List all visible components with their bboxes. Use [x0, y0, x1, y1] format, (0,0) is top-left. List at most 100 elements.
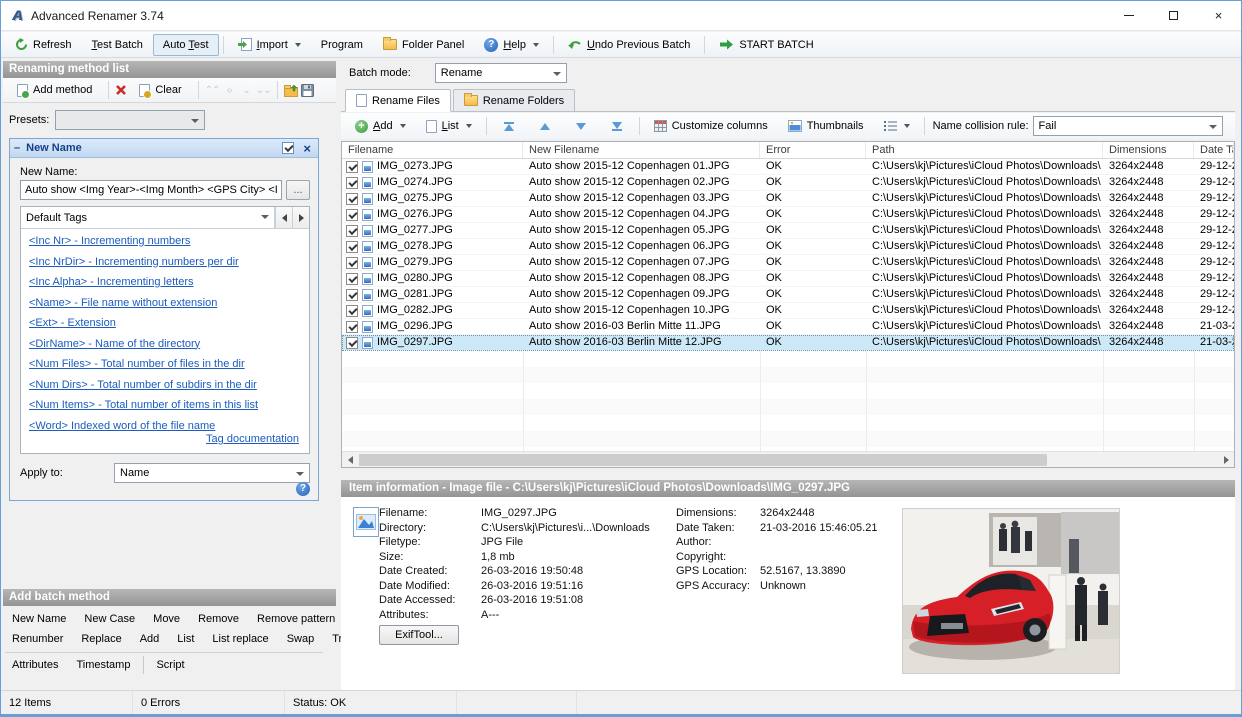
batch-method-new-case[interactable]: New Case [77, 610, 142, 628]
import-button[interactable]: Import [228, 34, 311, 56]
maximize-button[interactable] [1151, 1, 1196, 31]
column-header[interactable]: Path [866, 142, 1103, 158]
batch-method-attributes[interactable]: Attributes [5, 656, 65, 674]
save-preset-icon[interactable] [300, 83, 314, 97]
tag-category-select[interactable]: Default Tags [21, 207, 275, 228]
program-button[interactable]: Program [311, 34, 373, 56]
move-top-button[interactable] [491, 115, 527, 137]
tag-next-button[interactable] [292, 207, 309, 228]
method-help-icon[interactable]: ? [296, 482, 310, 496]
batch-method-timestamp[interactable]: Timestamp [69, 656, 137, 674]
batch-method-add[interactable]: Add [133, 630, 167, 648]
tab-rename-files[interactable]: Rename Files [345, 89, 451, 112]
tag-link[interactable]: <Name> - File name without extension [29, 297, 301, 309]
list-button[interactable]: List [416, 115, 482, 137]
move-up-button[interactable] [527, 115, 563, 137]
tag-link[interactable]: <Num Dirs> - Total number of subdirs in … [29, 379, 301, 391]
checkbox[interactable] [346, 256, 358, 269]
table-row[interactable]: IMG_0278.JPG Auto show 2015-12 Copenhagen… [342, 239, 1234, 255]
apply-to-select[interactable]: Name [114, 463, 310, 483]
move-bottom-button[interactable] [599, 115, 635, 137]
folder-panel-button[interactable]: Folder Panel [373, 34, 474, 56]
table-row[interactable]: IMG_0274.JPG Auto show 2015-12 Copenhagen… [342, 175, 1234, 191]
add-method-button[interactable]: Add method [7, 79, 102, 101]
table-row[interactable]: IMG_0296.JPG Auto show 2016-03 Berlin Mit… [342, 319, 1234, 335]
checkbox[interactable] [346, 272, 358, 285]
thumbnails-button[interactable]: Thumbnails [778, 115, 874, 137]
scroll-left-icon[interactable] [342, 452, 358, 468]
new-name-input[interactable] [20, 180, 282, 200]
collapse-icon[interactable]: – [14, 142, 20, 154]
checkbox[interactable] [346, 160, 358, 173]
tab-rename-folders[interactable]: Rename Folders [452, 89, 576, 111]
table-row[interactable]: IMG_0277.JPG Auto show 2015-12 Copenhagen… [342, 223, 1234, 239]
test-batch-button[interactable]: Test Batch [82, 34, 153, 56]
batch-mode-select[interactable]: Rename [434, 63, 567, 83]
tag-link[interactable]: <Inc Nr> - Incrementing numbers [29, 235, 301, 247]
tag-link[interactable]: <Num Items> - Total number of items in t… [29, 399, 301, 411]
tag-link[interactable]: <DirName> - Name of the directory [29, 338, 301, 350]
tag-link[interactable]: <Ext> - Extension [29, 317, 301, 329]
tag-link[interactable]: <Word> Indexed word of the file name [29, 420, 301, 432]
checkbox[interactable] [346, 208, 358, 221]
tag-link[interactable]: <Num Files> - Total number of files in t… [29, 358, 301, 370]
checkbox[interactable] [346, 288, 358, 301]
batch-method-renumber[interactable]: Renumber [5, 630, 70, 648]
minimize-button[interactable] [1106, 1, 1151, 31]
tag-documentation-link[interactable]: Tag documentation [206, 433, 299, 445]
batch-method-script[interactable]: Script [143, 656, 191, 674]
column-header[interactable]: Error [760, 142, 866, 158]
table-row[interactable]: IMG_0275.JPG Auto show 2015-12 Copenhagen… [342, 191, 1234, 207]
column-header[interactable]: Dimensions [1103, 142, 1194, 158]
table-row[interactable]: IMG_0276.JPG Auto show 2015-12 Copenhagen… [342, 207, 1234, 223]
undo-previous-batch-button[interactable]: Undo Previous Batch [558, 34, 700, 56]
name-collision-rule-select[interactable]: Fail [1032, 116, 1223, 136]
customize-columns-button[interactable]: Customize columns [644, 115, 778, 137]
batch-method-remove-pattern[interactable]: Remove pattern [250, 610, 342, 628]
checkbox[interactable] [346, 176, 358, 189]
column-header[interactable]: Filename [342, 142, 523, 158]
table-row[interactable]: IMG_0281.JPG Auto show 2015-12 Copenhagen… [342, 287, 1234, 303]
table-row[interactable]: IMG_0297.JPG Auto show 2016-03 Berlin Mit… [342, 335, 1234, 351]
start-batch-button[interactable]: START BATCH [709, 34, 823, 56]
open-preset-icon[interactable] [283, 84, 299, 97]
delete-method-icon[interactable] [115, 84, 127, 96]
horizontal-scrollbar[interactable] [342, 451, 1234, 467]
help-button[interactable]: ? Help [474, 34, 549, 56]
checkbox[interactable] [346, 304, 358, 317]
column-header[interactable]: Date Taken [1194, 142, 1234, 158]
tag-link[interactable]: <Inc NrDir> - Incrementing numbers per d… [29, 256, 301, 268]
presets-select[interactable] [55, 110, 206, 130]
move-down-button[interactable] [563, 115, 599, 137]
tag-prev-button[interactable] [275, 207, 292, 228]
table-row[interactable]: IMG_0273.JPG Auto show 2015-12 Copenhagen… [342, 159, 1234, 175]
table-row[interactable]: IMG_0282.JPG Auto show 2015-12 Copenhagen… [342, 303, 1234, 319]
tag-link[interactable]: <Inc Alpha> - Incrementing letters [29, 276, 301, 288]
method-enabled-checkbox[interactable] [282, 142, 295, 154]
exiftool-button[interactable]: ExifTool... [379, 625, 459, 645]
batch-method-swap[interactable]: Swap [280, 630, 322, 648]
checkbox[interactable] [346, 224, 358, 237]
batch-method-remove[interactable]: Remove [191, 610, 246, 628]
batch-method-list-replace[interactable]: List replace [205, 630, 275, 648]
refresh-button[interactable]: Refresh [5, 34, 82, 56]
batch-method-new-name[interactable]: New Name [5, 610, 73, 628]
view-mode-button[interactable] [874, 115, 920, 137]
scroll-right-icon[interactable] [1218, 452, 1234, 468]
close-button[interactable]: × [1196, 1, 1241, 31]
batch-method-move[interactable]: Move [146, 610, 187, 628]
clear-button[interactable]: Clear [129, 79, 191, 101]
auto-test-button[interactable]: Auto Test [152, 33, 219, 56]
add-files-button[interactable]: + Add [345, 115, 416, 137]
checkbox[interactable] [346, 336, 358, 349]
checkbox[interactable] [346, 192, 358, 205]
checkbox[interactable] [346, 320, 358, 333]
batch-method-list[interactable]: List [170, 630, 201, 648]
browse-button[interactable]: ... [286, 180, 310, 200]
scrollbar-thumb[interactable] [359, 454, 1047, 466]
table-row[interactable]: IMG_0280.JPG Auto show 2015-12 Copenhagen… [342, 271, 1234, 287]
method-close-icon[interactable]: × [300, 141, 314, 156]
column-header[interactable]: New Filename [523, 142, 760, 158]
checkbox[interactable] [346, 240, 358, 253]
batch-method-replace[interactable]: Replace [74, 630, 128, 648]
